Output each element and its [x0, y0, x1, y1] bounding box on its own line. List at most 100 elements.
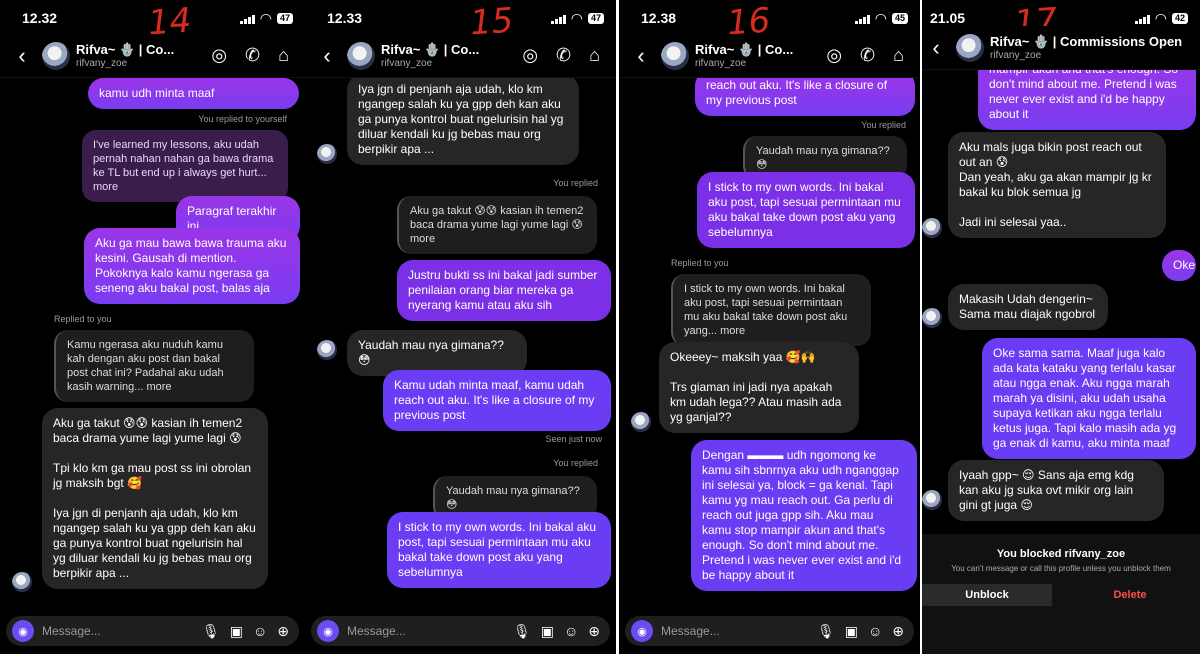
avatar[interactable]: [347, 41, 375, 70]
status-time: 12.33: [327, 10, 363, 26]
avatar[interactable]: [317, 340, 337, 360]
game-icon[interactable]: ◎: [522, 45, 538, 66]
add-icon[interactable]: ⊕: [588, 623, 600, 640]
message-received[interactable]: Aku ga takut 😰😰 kasian ih temen2 baca dr…: [42, 408, 268, 589]
message-sent[interactable]: Justru bukti ss ini bakal jadi sumber pe…: [397, 260, 611, 321]
avatar[interactable]: [661, 41, 689, 70]
back-icon[interactable]: ‹: [8, 43, 36, 69]
contact-username: rifvany_zoe: [990, 50, 1042, 61]
signal-icon: [854, 14, 870, 24]
message-received[interactable]: Aku mals juga bikin post reach out out a…: [948, 132, 1166, 238]
quoted-message[interactable]: Kamu ngerasa aku nuduh kamu kah dengan a…: [54, 330, 254, 402]
back-icon[interactable]: ‹: [627, 43, 655, 69]
gallery-icon[interactable]: ▣: [541, 623, 554, 640]
avatar[interactable]: [12, 572, 32, 592]
avatar[interactable]: [956, 33, 984, 62]
contact-name: Rifva~ 🪬 | Co...: [695, 42, 794, 57]
mic-icon[interactable]: 🎙: [202, 623, 220, 640]
camera-icon[interactable]: ◉: [317, 620, 339, 642]
message-sent[interactable]: I stick to my own words. Ini bakal aku p…: [697, 172, 915, 248]
message-input[interactable]: Message...: [42, 624, 202, 638]
avatar[interactable]: [317, 144, 337, 164]
sticker-icon[interactable]: ☺: [253, 623, 267, 640]
add-icon[interactable]: ⊕: [892, 623, 904, 640]
delete-button[interactable]: Delete: [1060, 584, 1200, 606]
phone-icon[interactable]: ✆: [245, 45, 260, 66]
camera-icon[interactable]: ◉: [12, 620, 34, 642]
tag-icon[interactable]: ⌂: [589, 45, 600, 66]
status-time: 21.05: [930, 10, 966, 26]
message-list[interactable]: kamu udh minta maaf You replied to yours…: [0, 78, 305, 610]
chat-header: ‹ Rifva~ 🪬 | Commissions Open rifvany_zo…: [922, 26, 1200, 70]
phone-icon[interactable]: ✆: [860, 45, 875, 66]
message-composer[interactable]: ◉ Message... 🎙 ▣ ☺ ⊕: [311, 616, 610, 646]
sticker-icon[interactable]: ☺: [868, 623, 882, 640]
contact-name: Rifva~ 🪬 | Commissions Open: [990, 34, 1183, 49]
chat-screenshot-1: 12.32 ◠ 47 14 ‹ Rifva~ 🪬 | Co... rifvany…: [0, 0, 305, 654]
message-sent[interactable]: I stick to my own words. Ini bakal aku p…: [387, 512, 611, 588]
battery-icon: 47: [587, 13, 604, 24]
message-composer[interactable]: ◉ Message... 🎙 ▣ ☺ ⊕: [625, 616, 914, 646]
chat-screenshot-2: 12.33 ◠ 47 15 ‹ Rifva~ 🪬 | Co... rifvany…: [305, 0, 616, 654]
status-time: 12.38: [641, 10, 677, 26]
game-icon[interactable]: ◎: [211, 45, 227, 66]
sticker-icon[interactable]: ☺: [564, 623, 578, 640]
message-sent[interactable]: kamu udh minta maaf: [88, 78, 299, 109]
message-sent[interactable]: Oke: [1162, 250, 1196, 281]
message-list[interactable]: mampir akun and that's enough. So don't …: [922, 70, 1200, 534]
message-sent[interactable]: mampir akun and that's enough. So don't …: [978, 70, 1196, 130]
battery-icon: 45: [891, 13, 908, 24]
reply-label: You replied to yourself: [198, 114, 287, 124]
game-icon[interactable]: ◎: [826, 45, 842, 66]
unblock-button[interactable]: Unblock: [922, 584, 1052, 606]
quoted-message[interactable]: Aku ga takut 😰😰 kasian ih temen2 baca dr…: [397, 196, 597, 254]
blocked-subtitle: You can't message or call this profile u…: [951, 564, 1171, 573]
message-sent[interactable]: Dengan ▬▬▬ udh ngomong ke kamu sih sbnrn…: [691, 440, 917, 591]
message-composer[interactable]: ◉ Message... 🎙 ▣ ☺ ⊕: [6, 616, 299, 646]
chat-header: ‹ Rifva~ 🪬 | Co... rifvany_zoe ◎ ✆ ⌂: [0, 34, 305, 78]
gallery-icon[interactable]: ▣: [230, 623, 243, 640]
battery-icon: 42: [1171, 13, 1188, 24]
message-received[interactable]: Iya jgn di penjanh aja udah, klo km ngan…: [347, 78, 579, 165]
message-sent[interactable]: reach out aku. It's like a closure of my…: [695, 78, 915, 116]
message-list[interactable]: reach out aku. It's like a closure of my…: [619, 78, 920, 610]
status-time: 12.32: [22, 10, 58, 26]
quoted-message[interactable]: I've learned my lessons, aku udah pernah…: [82, 130, 288, 202]
avatar[interactable]: [922, 308, 942, 328]
contact-name: Rifva~ 🪬 | Co...: [381, 42, 480, 57]
tag-icon[interactable]: ⌂: [893, 45, 904, 66]
message-sent[interactable]: Aku ga mau bawa bawa trauma aku kesini. …: [84, 228, 300, 304]
message-list[interactable]: Iya jgn di penjanh aja udah, klo km ngan…: [305, 78, 616, 610]
mic-icon[interactable]: 🎙: [817, 623, 835, 640]
message-input[interactable]: Message...: [347, 624, 513, 638]
message-received[interactable]: Iyaah gpp~ 😌 Sans aja emg kdg kan aku jg…: [948, 460, 1164, 521]
message-sent[interactable]: Oke sama sama. Maaf juga kalo ada kata k…: [982, 338, 1196, 459]
avatar[interactable]: [922, 218, 942, 238]
message-received[interactable]: Makasih Udah dengerin~ Sama mau diajak n…: [948, 284, 1108, 330]
avatar[interactable]: [42, 41, 70, 70]
contact-info[interactable]: Rifva~ 🪬 | Co... rifvany_zoe: [381, 42, 522, 69]
chat-header: ‹ Rifva~ 🪬 | Co... rifvany_zoe ◎ ✆ ⌂: [619, 34, 920, 78]
contact-info[interactable]: Rifva~ 🪬 | Commissions Open rifvany_zoe: [990, 34, 1200, 61]
avatar[interactable]: [922, 490, 942, 510]
camera-icon[interactable]: ◉: [631, 620, 653, 642]
reply-label: You replied: [553, 458, 598, 468]
contact-info[interactable]: Rifva~ 🪬 | Co... rifvany_zoe: [76, 42, 211, 69]
message-received[interactable]: Okeeey~ maksih yaa 🥰🙌 Trs giaman ini jad…: [659, 342, 859, 433]
tag-icon[interactable]: ⌂: [278, 45, 289, 66]
battery-icon: 47: [276, 13, 293, 24]
reply-label: You replied: [553, 178, 598, 188]
gallery-icon[interactable]: ▣: [845, 623, 858, 640]
message-input[interactable]: Message...: [661, 624, 817, 638]
signal-icon: [550, 14, 566, 24]
back-icon[interactable]: ‹: [922, 35, 950, 61]
back-icon[interactable]: ‹: [313, 43, 341, 69]
phone-icon[interactable]: ✆: [556, 45, 571, 66]
chat-screenshot-3: 12.38 ◠ 45 16 ‹ Rifva~ 🪬 | Co... rifvany…: [619, 0, 920, 654]
add-icon[interactable]: ⊕: [277, 623, 289, 640]
message-sent[interactable]: Kamu udah minta maaf, kamu udah reach ou…: [383, 370, 611, 431]
avatar[interactable]: [631, 412, 651, 432]
mic-icon[interactable]: 🎙: [513, 623, 531, 640]
contact-info[interactable]: Rifva~ 🪬 | Co... rifvany_zoe: [695, 42, 826, 69]
quoted-message[interactable]: I stick to my own words. Ini bakal aku p…: [671, 274, 871, 346]
